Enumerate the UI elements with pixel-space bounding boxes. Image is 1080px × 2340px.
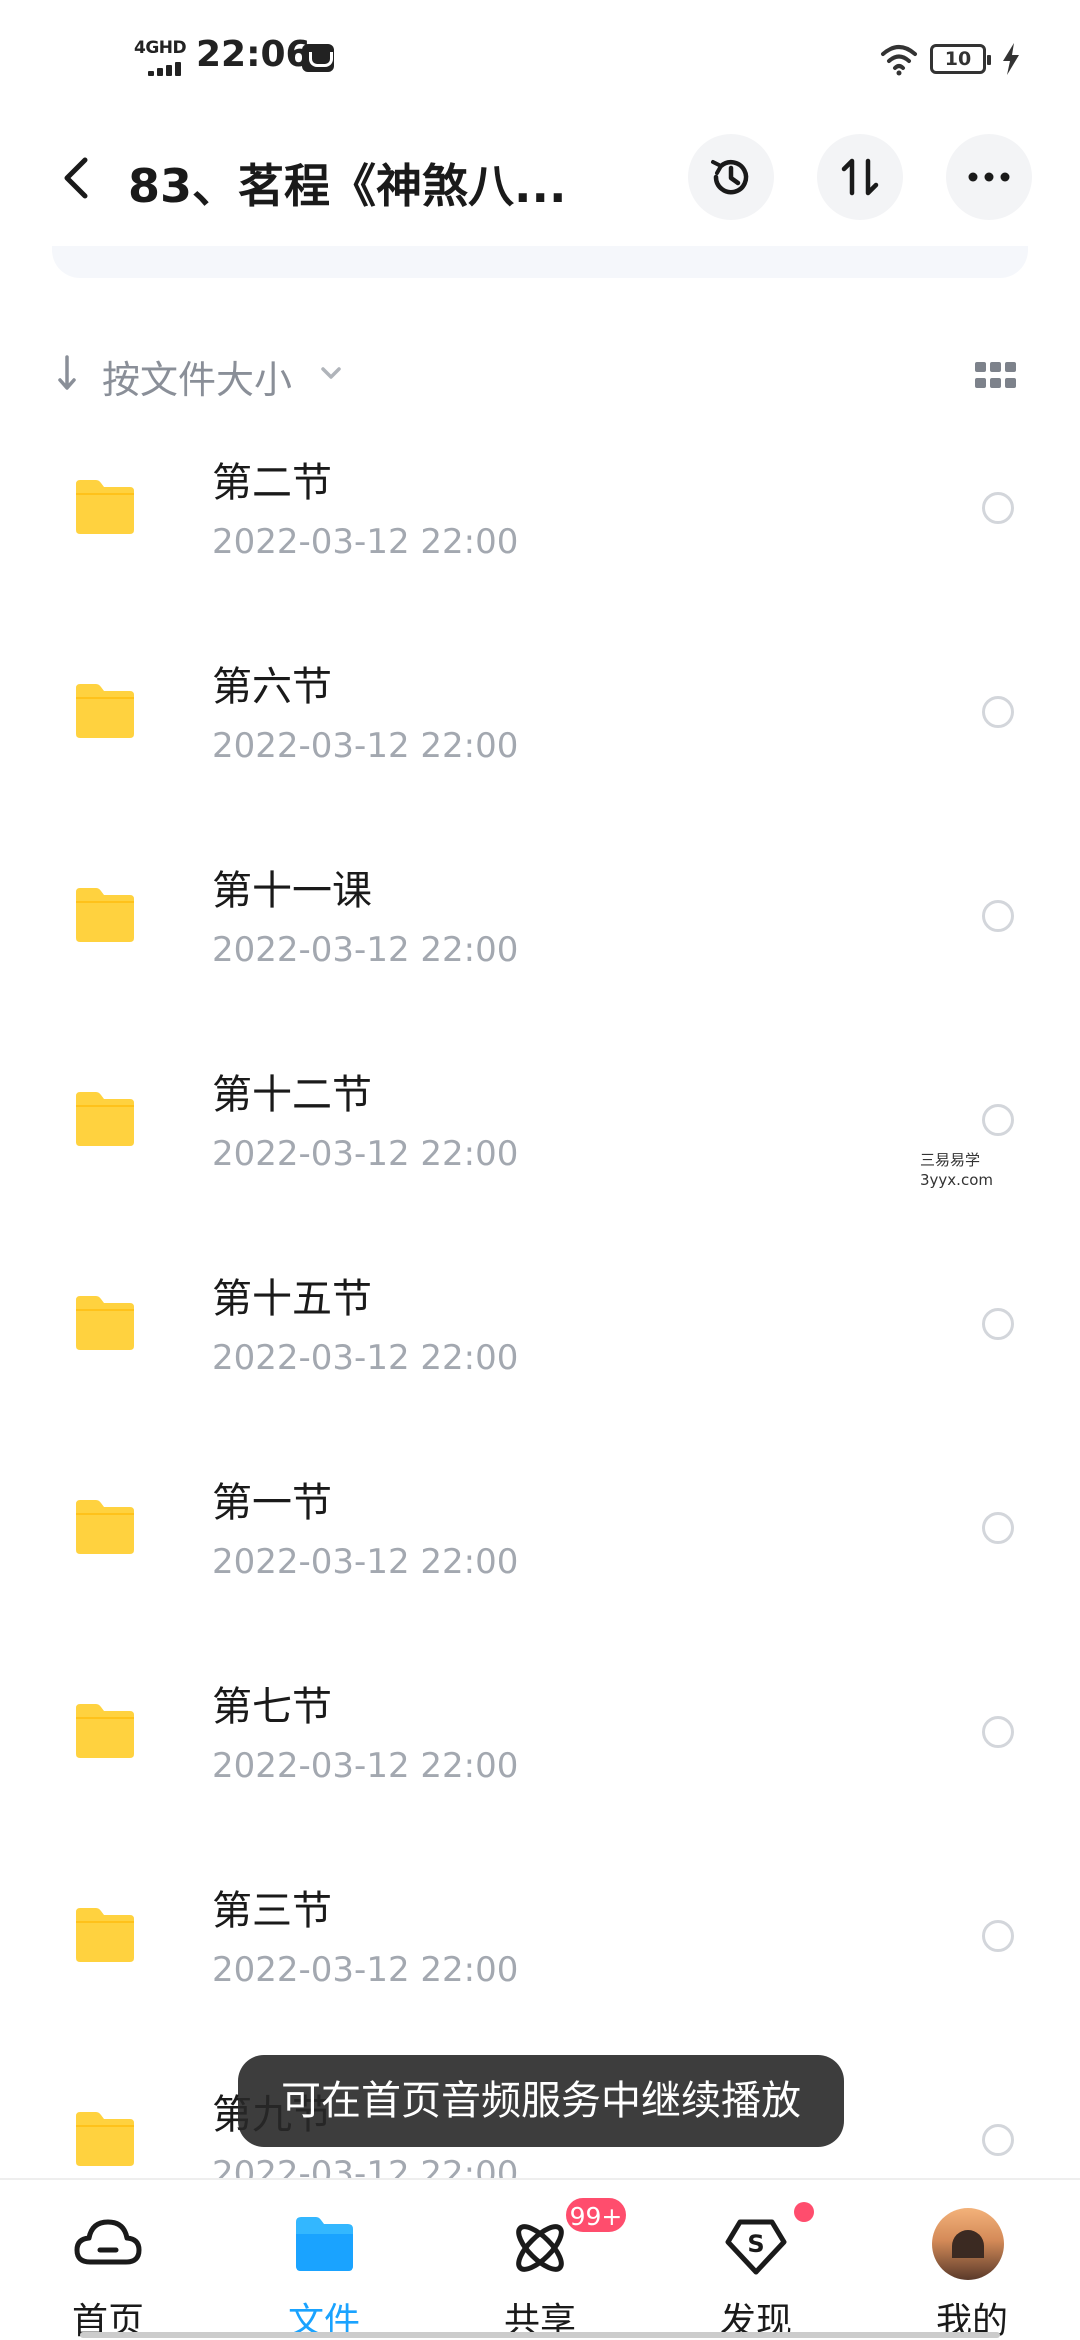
sort-arrows-icon [841,158,879,196]
folder-icon [76,1908,134,1962]
file-name: 第二节 [212,460,332,506]
discover-icon: S [725,2219,787,2275]
svg-text:S: S [747,2230,764,2258]
charging-icon [1003,43,1019,75]
file-date: 2022-03-12 22:00 [212,1134,519,1174]
file-row[interactable]: 第六节 2022-03-12 22:00 [0,634,1080,838]
file-list: 第二节 2022-03-12 22:00 第六节 2022-03-12 22:0… [0,430,1080,2180]
file-name: 第七节 [212,1684,332,1730]
history-button[interactable] [688,134,774,220]
nav-discover[interactable]: S 发现 [648,2180,864,2340]
select-checkbox[interactable] [982,2124,1014,2156]
file-date: 2022-03-12 22:00 [212,930,519,970]
select-checkbox[interactable] [982,1716,1014,1748]
watermark: 三易易学 3yyx.com [920,1150,1010,1190]
nav-home[interactable]: 首页 [0,2180,216,2340]
file-row[interactable]: 第二节 2022-03-12 22:00 [0,430,1080,634]
file-name: 第三节 [212,1888,332,1934]
header: 83、茗程《神煞八... [0,120,1080,230]
clock: 22:06 [196,34,311,75]
file-name: 第一节 [212,1480,332,1526]
file-date: 2022-03-12 22:00 [212,1746,519,1786]
select-checkbox[interactable] [982,1920,1014,1952]
status-bar: 4GHD 22:06 10 [0,0,1080,120]
file-date: 2022-03-12 22:00 [212,1542,519,1582]
select-checkbox[interactable] [982,1104,1014,1136]
nav-share[interactable]: 99+ 共享 [432,2180,648,2340]
battery-level: 10 [944,48,972,70]
nav-profile[interactable]: 我的 [864,2180,1080,2340]
notification-icon [302,44,334,72]
select-checkbox[interactable] [982,1512,1014,1544]
folder-icon [296,2217,353,2271]
nav-files[interactable]: 文件 [216,2180,432,2340]
cloud-icon [74,2219,142,2265]
sort-row[interactable]: 按文件大小 [0,335,1080,415]
network-type: 4GHD [134,38,187,58]
more-button[interactable] [946,134,1032,220]
folder-icon [76,1092,134,1146]
arrow-down-icon [58,355,76,390]
file-date: 2022-03-12 22:00 [212,1338,519,1378]
select-checkbox[interactable] [982,492,1014,524]
select-checkbox[interactable] [982,696,1014,728]
avatar [932,2208,1004,2280]
folder-icon [76,1704,134,1758]
folder-icon [76,684,134,738]
back-button[interactable] [50,150,100,206]
chevron-down-icon[interactable] [318,363,344,383]
more-dots-icon [968,172,1010,182]
chevron-left-icon [64,157,88,199]
search-bar-remnant [52,246,1028,278]
watermark-line: 3yyx.com [920,1171,993,1189]
folder-icon [76,1296,134,1350]
select-checkbox[interactable] [982,1308,1014,1340]
toast-message: 可在首页音频服务中继续播放 [238,2055,844,2147]
notification-badge: 99+ [564,2196,628,2234]
page-title: 83、茗程《神煞八... [128,159,567,213]
file-name: 第十五节 [212,1276,372,1322]
file-row[interactable]: 第十二节 2022-03-12 22:00 [0,1042,1080,1246]
file-date: 2022-03-12 22:00 [212,522,519,562]
signal-icon: 4GHD [134,38,187,78]
red-dot-badge [794,2202,814,2222]
grid-view-icon[interactable] [975,362,1017,390]
folder-icon [76,2112,134,2166]
folder-icon [76,1500,134,1554]
select-checkbox[interactable] [982,900,1014,932]
file-row[interactable]: 第三节 2022-03-12 22:00 [0,1858,1080,2062]
folder-icon [76,888,134,942]
file-name: 第十一课 [212,868,372,914]
folder-icon [76,480,134,534]
file-name: 第十二节 [212,1072,372,1118]
sort-button[interactable] [817,134,903,220]
history-icon [711,160,749,195]
bottom-nav: 首页 文件 99+ 共享 S 发现 我的 [0,2178,1080,2340]
file-row[interactable]: 第十五节 2022-03-12 22:00 [0,1246,1080,1450]
watermark-line: 三易易学 [920,1151,981,1169]
file-date: 2022-03-12 22:00 [212,2154,519,2180]
file-name: 第六节 [212,664,332,710]
wifi-icon [881,45,917,76]
home-indicator [80,2332,1000,2338]
file-row[interactable]: 第一节 2022-03-12 22:00 [0,1450,1080,1654]
battery-icon: 10 [930,44,991,74]
file-row[interactable]: 第十一课 2022-03-12 22:00 [0,838,1080,1042]
sort-label[interactable]: 按文件大小 [102,349,292,404]
file-date: 2022-03-12 22:00 [212,726,519,766]
file-row[interactable]: 第七节 2022-03-12 22:00 [0,1654,1080,1858]
file-date: 2022-03-12 22:00 [212,1950,519,1990]
